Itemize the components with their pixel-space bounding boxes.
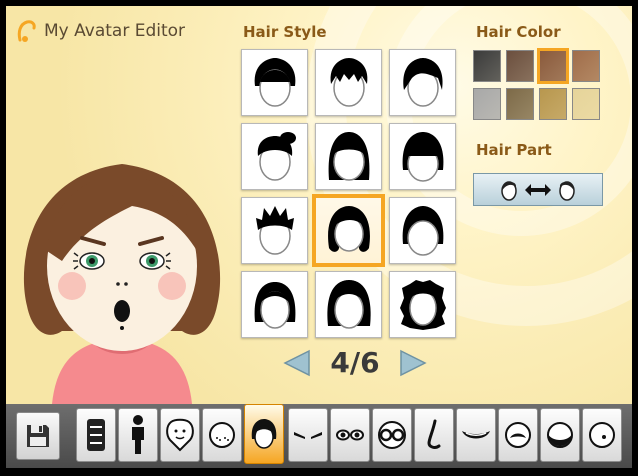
app-title-text: My Avatar Editor [44, 21, 186, 41]
hair-style-grid [241, 49, 456, 338]
height-icon [132, 415, 144, 454]
hair-color-swatch[interactable] [537, 48, 569, 84]
hair-part-left-icon [501, 180, 517, 201]
page-indicator: 4/6 [330, 346, 380, 379]
body-type-icon [87, 419, 105, 451]
tool-nose[interactable] [414, 408, 454, 462]
beard-icon [547, 422, 573, 448]
hair-style-label: Hair Style [243, 23, 327, 41]
hair-style-tile[interactable] [389, 197, 456, 264]
hair-style-tile[interactable] [389, 49, 456, 116]
hair-color-swatch[interactable] [473, 50, 501, 82]
glasses-icon [378, 421, 406, 449]
tool-glasses[interactable] [372, 408, 412, 462]
mustache-icon [505, 422, 531, 448]
hair-color-swatch[interactable] [473, 88, 501, 120]
editor-toolbar [6, 404, 632, 468]
hair-style-1-icon [254, 57, 295, 107]
hair-style-7-icon [255, 205, 294, 255]
hair-style-11-icon [326, 279, 371, 329]
app-logo-icon [17, 20, 36, 42]
hair-color-swatch[interactable] [539, 88, 567, 120]
hair-style-tile[interactable] [315, 123, 382, 190]
face-shape-icon [166, 418, 194, 452]
hair-style-2-icon [330, 57, 367, 107]
hair-style-tile[interactable] [389, 123, 456, 190]
hair-style-tile[interactable] [315, 271, 382, 338]
tool-mouth[interactable] [456, 408, 496, 462]
hair-style-pager: 4/6 [282, 346, 428, 379]
hair-style-6-icon [402, 131, 443, 182]
hair-color-swatch[interactable] [572, 88, 600, 120]
mouth-icon [462, 431, 490, 439]
swap-arrows-icon [525, 183, 551, 196]
hair-part-right-icon [559, 180, 575, 201]
hair-color-swatch[interactable] [572, 50, 600, 82]
tool-face-shape[interactable] [160, 408, 200, 462]
hair-style-9-icon [402, 205, 443, 256]
app-title: My Avatar Editor [16, 18, 185, 44]
hair-style-tile[interactable] [389, 271, 456, 338]
tool-mole[interactable] [582, 408, 622, 462]
save-button[interactable] [16, 412, 60, 460]
floppy-disk-icon [27, 425, 49, 447]
hair-style-3-icon [402, 57, 443, 107]
tool-mustache[interactable] [498, 408, 538, 462]
avatar-preview [23, 164, 221, 404]
tool-eyebrows[interactable] [288, 408, 328, 462]
tool-height[interactable] [118, 408, 158, 462]
editor-screen: My Avatar Editor Hair Style 4/6 Hair Col… [6, 6, 632, 404]
tool-body-type[interactable] [76, 408, 116, 462]
tool-hair[interactable] [244, 404, 284, 464]
hair-style-8-icon [327, 205, 370, 252]
hair-color-swatches [473, 48, 602, 122]
hair-style-tile[interactable] [241, 49, 308, 116]
hair-style-tile[interactable] [241, 271, 308, 338]
hair-style-10-icon [254, 281, 295, 329]
eyes-icon [336, 429, 364, 441]
mole-icon [589, 422, 615, 448]
tool-beard[interactable] [540, 408, 580, 462]
hair-part-flip-button[interactable] [473, 173, 603, 206]
hair-style-tile[interactable] [315, 49, 382, 116]
face-features-icon [209, 422, 235, 448]
hair-style-tile[interactable] [241, 123, 308, 190]
hair-color-label: Hair Color [476, 23, 561, 41]
hair-style-5-icon [328, 131, 369, 181]
hair-style-12-icon [399, 279, 446, 330]
nose-icon [427, 419, 441, 449]
tool-face-features[interactable] [202, 408, 242, 462]
hair-style-tile-selected[interactable] [312, 194, 385, 267]
hair-color-swatch[interactable] [506, 50, 534, 82]
hair-part-label: Hair Part [476, 141, 552, 159]
tool-eyes[interactable] [330, 408, 370, 462]
hair-style-tile[interactable] [241, 197, 308, 264]
hair-icon [251, 419, 277, 449]
previous-page-arrow-icon[interactable] [282, 348, 312, 378]
hair-color-swatch[interactable] [506, 88, 534, 120]
next-page-arrow-icon[interactable] [398, 348, 428, 378]
hair-style-4-icon [257, 131, 296, 181]
eyebrows-icon [294, 432, 322, 439]
